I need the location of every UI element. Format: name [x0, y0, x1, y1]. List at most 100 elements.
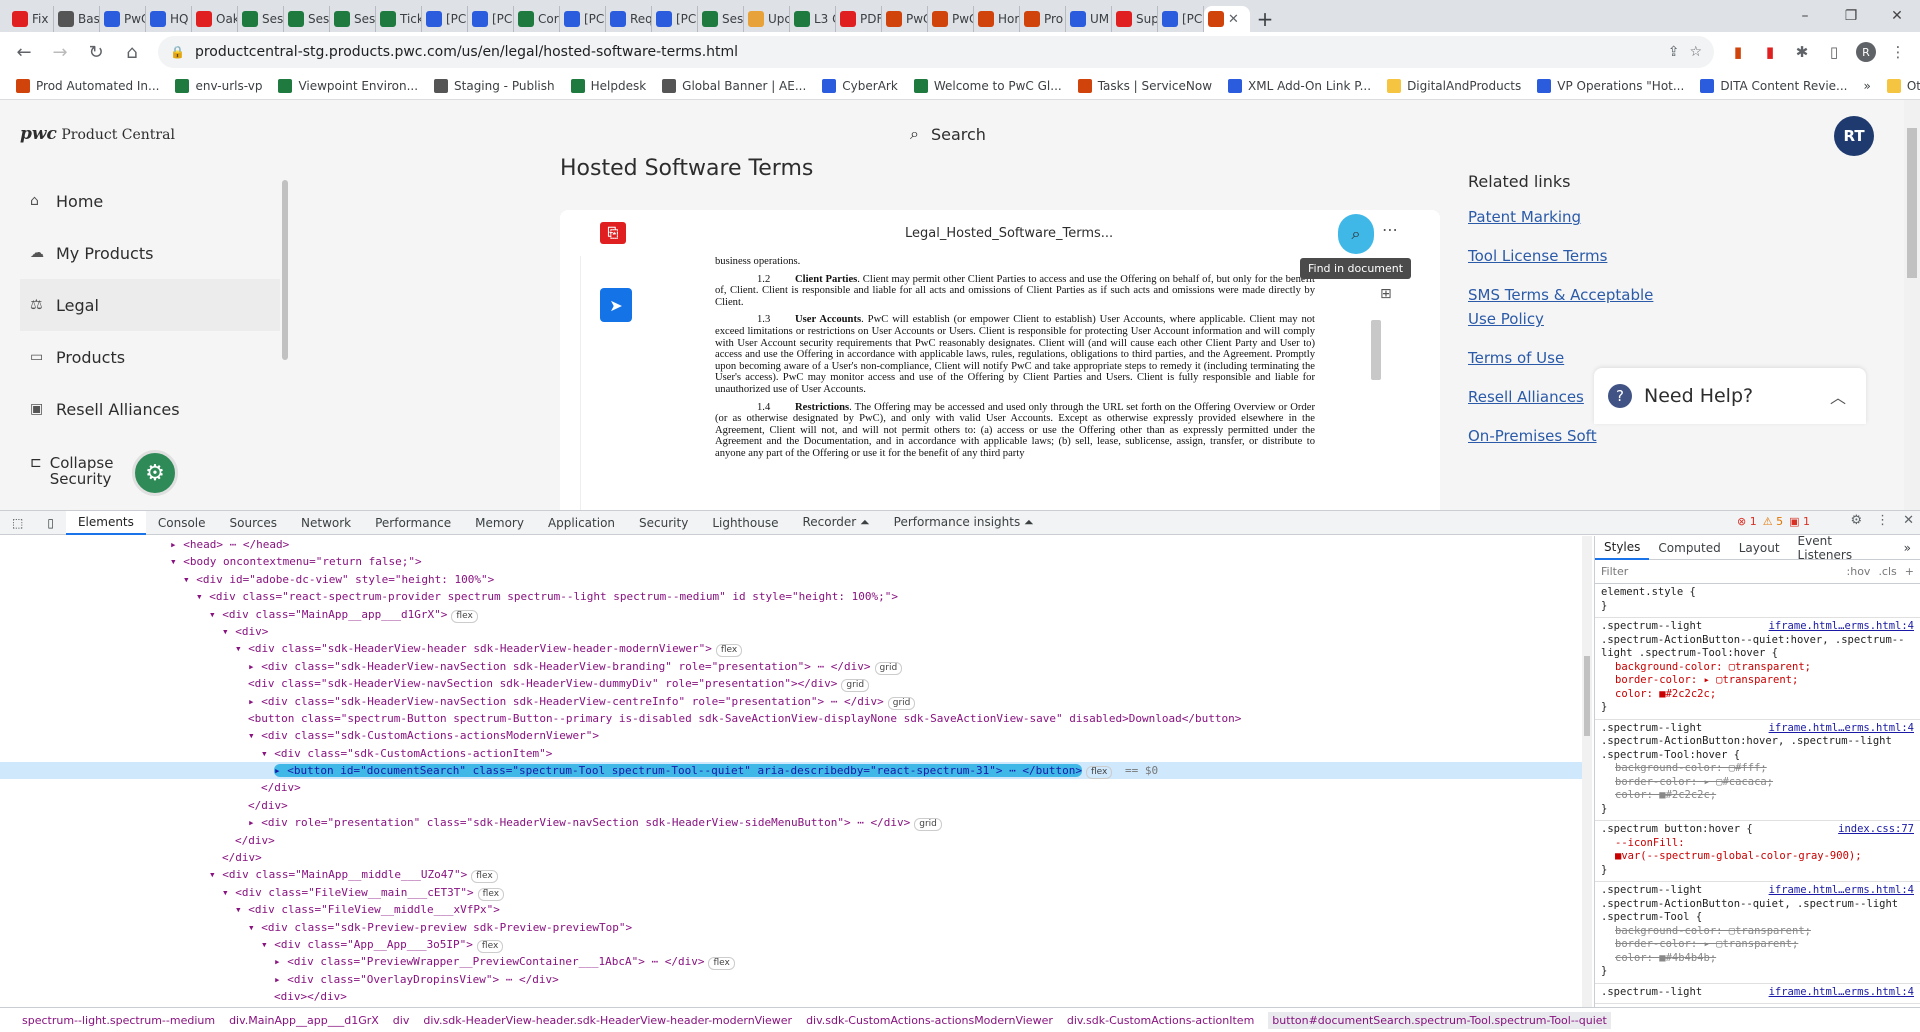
css-rule[interactable]: iframe.html…erms.html:4 .spectrum--light … — [1595, 618, 1920, 720]
styles-tab[interactable]: Styles — [1595, 536, 1650, 560]
dom-node-line[interactable]: ▾ <div class="App__App___3o5IP"> flex — [0, 936, 1582, 953]
css-property[interactable]: color: ■#4b4b4b; — [1601, 952, 1914, 966]
styles-tab[interactable]: Event Listeners — [1789, 536, 1895, 562]
bookmark-item[interactable]: DigitalAndProducts — [1379, 74, 1529, 98]
browser-tab[interactable]: Ses — [330, 6, 376, 32]
dom-node-line[interactable]: ▾ <div class="FileView__middle___xVfPx"> — [0, 901, 1582, 918]
sidebar-item-my-products[interactable]: ☁ My Products — [20, 227, 280, 279]
devtools-tab[interactable]: Recorder ⏶ — [790, 511, 881, 535]
rule-source-link[interactable]: iframe.html…erms.html:4 — [1769, 884, 1914, 898]
layout-badge[interactable]: flex — [471, 870, 498, 884]
devtools-tab[interactable]: Elements — [65, 510, 146, 535]
breadcrumb-item[interactable]: div.MainApp__app___d1GrX — [229, 1014, 379, 1027]
breadcrumb-item[interactable]: div.sdk-HeaderView-header.sdk-HeaderView… — [423, 1014, 792, 1027]
bookmark-item[interactable]: Staging - Publish — [426, 74, 563, 98]
site-search[interactable]: ⌕ Search — [910, 124, 986, 144]
dom-node-line[interactable]: ▾ <div> — [0, 623, 1582, 640]
browser-tab[interactable]: Pro — [1020, 6, 1066, 32]
bookmark-item[interactable]: VP Operations "Hot... — [1529, 74, 1692, 98]
devtools-tab[interactable]: Sources — [218, 511, 289, 535]
dom-node-line[interactable]: ▾ <div id="adobe-dc-view" style="height:… — [0, 571, 1582, 588]
collapse-button[interactable]: ⊏ Collapse Security — [30, 455, 113, 487]
dom-node-line[interactable]: ▸ <div class="sdk-HeaderView-navSection … — [0, 658, 1582, 675]
tab-close-icon[interactable]: ✕ — [1228, 12, 1239, 27]
rule-source-link[interactable]: iframe.html…erms.html:4 — [1769, 722, 1914, 736]
dom-node-line[interactable]: </div> — [0, 849, 1582, 866]
bookmark-item[interactable]: Global Banner | AE... — [654, 74, 814, 98]
browser-tab[interactable]: Tick — [376, 6, 422, 32]
profile-button[interactable]: R — [1852, 38, 1880, 66]
url-omnibox[interactable]: 🔒 productcentral-stg.products.pwc.com/us… — [158, 36, 1714, 68]
dom-node-line[interactable]: ▾ <div class="sdk-CustomActions-actionsM… — [0, 727, 1582, 744]
sidebar-item-legal[interactable]: ⚖ Legal — [20, 279, 280, 331]
more-options-icon[interactable]: ⋯ — [1382, 220, 1398, 239]
other-bookmarks-folder[interactable]: Other bookmarks — [1879, 74, 1920, 98]
dom-node-line[interactable]: </div> — [0, 832, 1582, 849]
css-property[interactable]: border-color: ▸ ▢transparent; — [1601, 674, 1914, 688]
css-property[interactable]: background-color: ▢#fff; — [1601, 762, 1914, 776]
browser-tab[interactable]: Ses — [238, 6, 284, 32]
devtools-tab[interactable]: Performance insights ⏶ — [882, 511, 1046, 535]
chevron-up-icon[interactable]: ︿ — [1830, 384, 1846, 408]
rule-source-link[interactable]: iframe.html…erms.html:4 — [1769, 986, 1914, 1000]
browser-tab-active[interactable]: ✕ — [1204, 6, 1250, 32]
user-avatar[interactable]: RT — [1834, 116, 1874, 156]
dom-node-line[interactable]: ▾ <div class="MainApp__app___d1GrX"> flex — [0, 606, 1582, 623]
layout-badge[interactable]: grid — [874, 661, 903, 675]
find-in-document-button[interactable]: ⌕ — [1338, 214, 1374, 254]
css-property[interactable]: border-color: ▸ ▢transparent; — [1601, 938, 1914, 952]
layout-badge[interactable]: flex — [708, 957, 735, 971]
dom-node-line[interactable]: ▸ <head> ⋯ </head> — [0, 536, 1582, 553]
styles-tab[interactable]: » — [1895, 536, 1920, 560]
dom-node-line[interactable]: ▸ <div class="OverlayDropinsView"> ⋯ </d… — [0, 971, 1582, 988]
dom-node-line[interactable]: </div> — [0, 797, 1582, 814]
css-rule[interactable]: iframe.html…erms.html:4 .spectrum--light — [1595, 984, 1920, 1004]
side-panel-icon[interactable]: ▯ — [1820, 38, 1848, 66]
extension-icon[interactable]: ▮ — [1724, 38, 1752, 66]
dom-node-line[interactable]: <button class="spectrum-Button spectrum-… — [0, 710, 1582, 727]
page-scrollbar[interactable] — [1904, 100, 1920, 510]
browser-tab[interactable]: UM — [1066, 6, 1112, 32]
share-icon[interactable]: ⇪ — [1668, 44, 1680, 60]
browser-tab[interactable]: PDF — [836, 6, 882, 32]
layout-badge[interactable]: grid — [914, 818, 942, 832]
bookmark-item[interactable]: Viewpoint Environ... — [270, 74, 426, 98]
dom-node-line[interactable]: ▸ <button id="documentSearch" class="spe… — [0, 762, 1582, 780]
devtools-tab[interactable]: Lighthouse — [700, 511, 790, 535]
css-property[interactable]: color: ■#2c2c2c; — [1601, 789, 1914, 803]
browser-tab[interactable]: L3 C — [790, 6, 836, 32]
devtools-menu-icon[interactable]: ⋮ — [1876, 513, 1889, 528]
console-counts[interactable]: ⊗ 1 ⚠ 5 ▣ 1 — [1737, 515, 1810, 528]
breadcrumb-item[interactable]: div.sdk-CustomActions-actionItem — [1067, 1014, 1254, 1027]
site-logo[interactable]: pwc Product Central — [20, 124, 175, 144]
bookmark-item[interactable]: CyberArk — [814, 74, 906, 98]
browser-tab[interactable]: Oak — [192, 6, 238, 32]
sidebar-item-home[interactable]: ⌂ Home — [20, 175, 280, 227]
sidenav-scrollbar[interactable] — [280, 160, 290, 510]
related-link[interactable]: Patent Marking — [1468, 205, 1668, 229]
bookmark-item[interactable]: Tasks | ServiceNow — [1070, 74, 1220, 98]
dom-node-line[interactable]: ▸ <div class="sdk-HeaderView-navSection … — [0, 693, 1582, 710]
dom-node-line[interactable]: ▾ <div class="FileView__main___cET3T"> fl… — [0, 884, 1582, 901]
sidebar-item-resell-alliances[interactable]: ▣ Resell Alliances — [20, 383, 280, 435]
browser-tab[interactable]: [PC — [652, 6, 698, 32]
browser-tab[interactable]: HQ — [146, 6, 192, 32]
new-tab-icon[interactable]: + — [1250, 6, 1280, 32]
css-rule[interactable]: iframe.html…erms.html:4 .spectrum--light … — [1595, 882, 1920, 984]
assistant-fab[interactable]: ⚙ — [132, 450, 178, 496]
devtools-close-icon[interactable]: ✕ — [1903, 513, 1914, 528]
document-page[interactable]: business operations. 1.2 Client Parties. C… — [580, 256, 1400, 510]
related-link[interactable]: Tool License Terms — [1468, 244, 1668, 268]
dom-node-line[interactable]: ▸ <div class="PreviewWrapper__PreviewCon… — [0, 953, 1582, 971]
css-rule[interactable]: iframe.html…erms.html:4 .spectrum--light … — [1595, 720, 1920, 821]
minimize-icon[interactable]: – — [1782, 0, 1828, 32]
cls-toggle[interactable]: .cls — [1878, 565, 1896, 578]
devtools-tab[interactable]: Security — [627, 511, 700, 535]
devtools-tab[interactable]: Application — [536, 511, 627, 535]
devtools-settings-icon[interactable]: ⚙ — [1850, 513, 1862, 528]
rule-source-link[interactable]: index.css:77 — [1838, 823, 1914, 837]
filter-input[interactable]: Filter — [1601, 565, 1839, 578]
dom-node-line[interactable]: <div></div> — [0, 988, 1582, 1005]
need-help-widget[interactable]: ? Need Help? ︿ — [1594, 368, 1866, 424]
dom-node-line[interactable]: <div class="sdk-HeaderView-navSection sd… — [0, 675, 1582, 693]
